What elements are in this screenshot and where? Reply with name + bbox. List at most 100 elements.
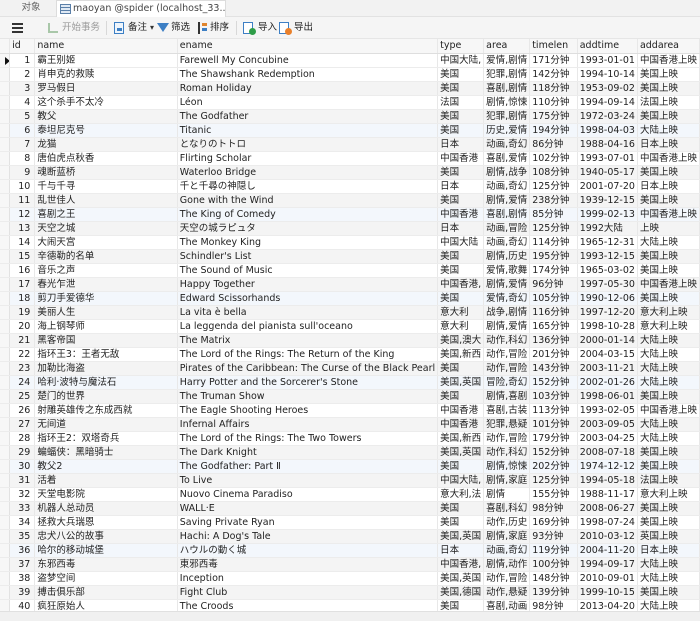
cell-timelen[interactable]: 155分钟: [529, 487, 578, 502]
cell-addarea[interactable]: 意大利上映: [637, 305, 700, 320]
cell-id[interactable]: 36: [9, 543, 36, 558]
cell-type[interactable]: 美国: [437, 193, 485, 208]
cell-id[interactable]: 4: [9, 95, 36, 110]
cell-addarea[interactable]: 美国上映: [637, 67, 700, 82]
cell-area[interactable]: 动画,奇幻: [483, 137, 531, 152]
cell-addtime[interactable]: 2003-09-05: [577, 417, 638, 432]
cell-area[interactable]: 喜剧,古装: [483, 403, 531, 418]
row-indicator[interactable]: [0, 557, 11, 572]
cell-addtime[interactable]: 2010-03-12: [577, 529, 638, 544]
table-row[interactable]: 13 天空之城 天空の城ラピュタ 日本 动画,冒险 125分钟 1992大陆 上映: [0, 221, 700, 236]
cell-timelen[interactable]: 113分钟: [529, 403, 578, 418]
cell-timelen[interactable]: 114分钟: [529, 235, 578, 250]
cell-id[interactable]: 27: [9, 417, 36, 432]
cell-area[interactable]: 冒险,奇幻: [483, 375, 531, 390]
cell-addtime[interactable]: 1993-02-05: [577, 403, 638, 418]
cell-addtime[interactable]: 2001-07-20: [577, 179, 638, 194]
cell-type[interactable]: 美国: [437, 165, 485, 180]
cell-type[interactable]: 美国: [437, 389, 485, 404]
cell-timelen[interactable]: 102分钟: [529, 151, 578, 166]
cell-timelen[interactable]: 152分钟: [529, 375, 578, 390]
table-row[interactable]: 34 拯救大兵瑞恩 Saving Private Ryan 美国 动作,历史 169分钟 1…: [0, 515, 700, 530]
cell-addarea[interactable]: 英国上映: [637, 529, 700, 544]
cell-type[interactable]: 美国,英国: [437, 529, 485, 544]
cell-id[interactable]: 35: [9, 529, 36, 544]
cell-name[interactable]: 机器人总动员: [34, 501, 178, 516]
cell-addarea[interactable]: 日本上映: [637, 179, 700, 194]
cell-type[interactable]: 美国: [437, 361, 485, 376]
cell-area[interactable]: 犯罪,悬疑: [483, 417, 531, 432]
cell-addarea[interactable]: 大陆上映: [637, 571, 700, 586]
cell-id[interactable]: 11: [9, 193, 36, 208]
export-button[interactable]: 导出: [279, 20, 313, 36]
cell-timelen[interactable]: 125分钟: [529, 221, 578, 236]
table-row[interactable]: 36 哈尔的移动城堡 ハウルの動く城 日本 动画,奇幻 119分钟 2004-11-20 日本…: [0, 543, 700, 558]
cell-id[interactable]: 32: [9, 487, 36, 502]
cell-name[interactable]: 天堂电影院: [34, 487, 178, 502]
cell-type[interactable]: 中国香港: [437, 417, 485, 432]
cell-timelen[interactable]: 169分钟: [529, 515, 578, 530]
row-indicator[interactable]: [0, 403, 11, 418]
row-indicator[interactable]: [0, 487, 11, 502]
table-row[interactable]: 2 肖申克的救赎 The Shawshank Redemption 美国 犯罪,剧情 14…: [0, 67, 700, 82]
cell-ename[interactable]: 天空の城ラピュタ: [177, 221, 439, 236]
table-row[interactable]: 28 指环王2：双塔奇兵 The Lord of the Rings: The Tw…: [0, 431, 700, 446]
memo-dropdown-button[interactable]: ▾: [150, 20, 154, 36]
column-header-id[interactable]: id: [9, 39, 36, 54]
cell-area[interactable]: 剧情,惊悚: [483, 459, 531, 474]
cell-addarea[interactable]: 法国上映: [637, 473, 700, 488]
cell-addarea[interactable]: 日本上映: [637, 543, 700, 558]
column-header-addarea[interactable]: addarea: [637, 39, 700, 54]
row-indicator[interactable]: [0, 389, 11, 404]
row-indicator[interactable]: [0, 571, 11, 586]
table-row[interactable]: 23 加勒比海盗 Pirates of the Caribbean: The Cur…: [0, 361, 700, 376]
cell-type[interactable]: 中国香港: [437, 151, 485, 166]
cell-addtime[interactable]: 1998-07-24: [577, 515, 638, 530]
cell-id[interactable]: 16: [9, 263, 36, 278]
row-indicator[interactable]: [0, 81, 11, 96]
begin-transaction-button[interactable]: 开始事务: [48, 20, 100, 36]
cell-ename[interactable]: The Dark Knight: [177, 445, 439, 460]
cell-ename[interactable]: The King of Comedy: [177, 207, 439, 222]
cell-addtime[interactable]: 1997-05-30: [577, 277, 638, 292]
cell-addtime[interactable]: 1990-12-06: [577, 291, 638, 306]
row-indicator[interactable]: [0, 431, 11, 446]
cell-timelen[interactable]: 165分钟: [529, 319, 578, 334]
cell-addtime[interactable]: 1940-05-17: [577, 165, 638, 180]
cell-name[interactable]: 美丽人生: [34, 305, 178, 320]
row-indicator[interactable]: [0, 263, 11, 278]
tab-objects[interactable]: 对象: [8, 0, 54, 17]
cell-timelen[interactable]: 118分钟: [529, 81, 578, 96]
cell-addtime[interactable]: 2008-07-18: [577, 445, 638, 460]
cell-id[interactable]: 24: [9, 375, 36, 390]
cell-id[interactable]: 5: [9, 109, 36, 124]
row-indicator[interactable]: [0, 459, 11, 474]
cell-area[interactable]: 爱情,剧情: [483, 53, 531, 68]
cell-name[interactable]: 指环王3：王者无敌: [34, 347, 178, 362]
cell-addtime[interactable]: 2004-11-20: [577, 543, 638, 558]
cell-area[interactable]: 剧情: [483, 487, 531, 502]
cell-area[interactable]: 剧情,喜剧: [483, 389, 531, 404]
cell-ename[interactable]: Léon: [177, 95, 439, 110]
cell-ename[interactable]: Fight Club: [177, 585, 439, 600]
cell-ename[interactable]: Nuovo Cinema Paradiso: [177, 487, 439, 502]
table-row[interactable]: 7 龙猫 となりのトトロ 日本 动画,奇幻 86分钟 1988-04-16 日本上映: [0, 137, 700, 152]
table-row[interactable]: 4 这个杀手不太冷 Léon 法国 剧情,惊悚 110分钟 1994-09-14 法国上映: [0, 95, 700, 110]
cell-addtime[interactable]: 1939-12-15: [577, 193, 638, 208]
cell-addarea[interactable]: 美国上映: [637, 291, 700, 306]
cell-id[interactable]: 13: [9, 221, 36, 236]
cell-addtime[interactable]: 2004-03-15: [577, 347, 638, 362]
cell-id[interactable]: 9: [9, 165, 36, 180]
cell-addtime[interactable]: 1972-03-24: [577, 109, 638, 124]
cell-addtime[interactable]: 1993-01-01: [577, 53, 638, 68]
cell-timelen[interactable]: 171分钟: [529, 53, 578, 68]
table-row[interactable]: 15 辛德勒的名单 Schindler's List 美国 剧情,历史 195分钟 1993…: [0, 249, 700, 264]
column-header-timelen[interactable]: timelen: [529, 39, 578, 54]
table-row[interactable]: 19 美丽人生 La vita è bella 意大利 战争,剧情 116分钟 1997-1…: [0, 305, 700, 320]
cell-area[interactable]: 动画,冒险: [483, 221, 531, 236]
cell-name[interactable]: 指环王2：双塔奇兵: [34, 431, 178, 446]
cell-ename[interactable]: The Truman Show: [177, 389, 439, 404]
cell-ename[interactable]: Waterloo Bridge: [177, 165, 439, 180]
cell-name[interactable]: 魂断蓝桥: [34, 165, 178, 180]
row-indicator[interactable]: [0, 473, 11, 488]
